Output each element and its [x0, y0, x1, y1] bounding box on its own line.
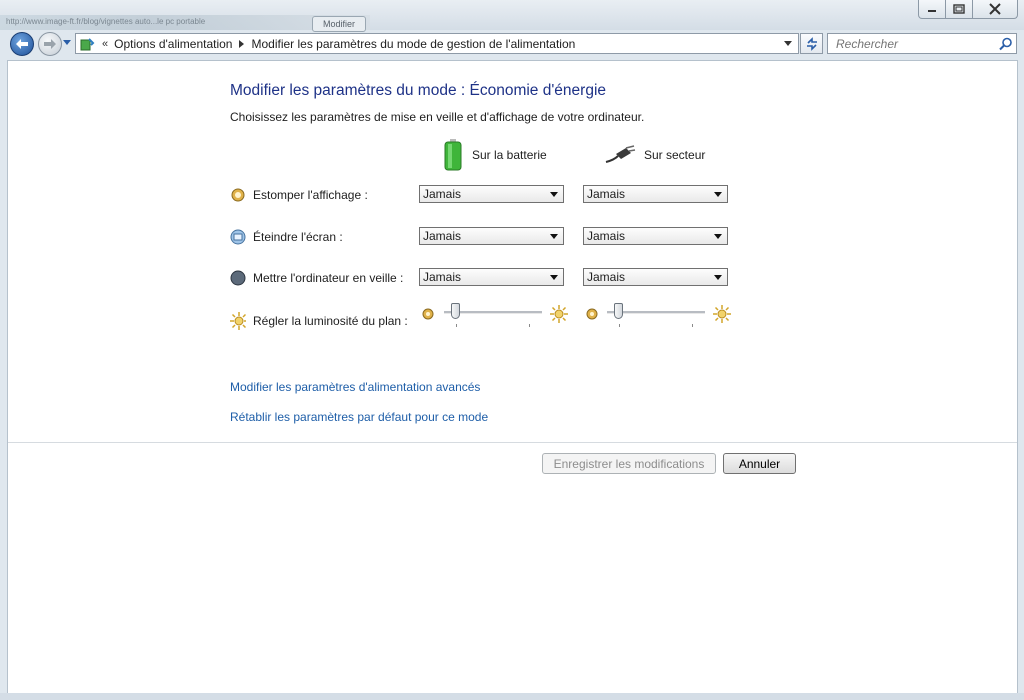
- row-brightness-label: Régler la luminosité du plan :: [253, 314, 408, 328]
- back-button[interactable]: [10, 32, 34, 56]
- moon-sleep-icon: [230, 270, 246, 286]
- divider: [8, 442, 1017, 443]
- slider-thumb[interactable]: [451, 303, 461, 319]
- row-turn-off-display: Éteindre l'écran :: [230, 227, 343, 247]
- column-header-ac: Sur secteur: [604, 140, 705, 170]
- cancel-button[interactable]: Annuler: [723, 453, 796, 474]
- minimize-button[interactable]: [918, 0, 946, 19]
- turn-off-display-battery-value: Jamais: [423, 229, 462, 243]
- slider-tick: [619, 324, 620, 327]
- page-subtitle: Choisissez les paramètres de mise en vei…: [230, 110, 645, 124]
- maximize-button[interactable]: [945, 0, 973, 19]
- row-sleep: Mettre l'ordinateur en veille :: [230, 268, 403, 288]
- address-bar[interactable]: « Options d'alimentation Modifier les pa…: [75, 33, 799, 54]
- arrow-right-icon: [44, 39, 56, 49]
- brightness-high-icon: [550, 305, 568, 323]
- turn-off-display-ac-select[interactable]: Jamais: [583, 227, 728, 245]
- column-header-battery: Sur la batterie: [442, 139, 547, 171]
- chevron-down-icon: [714, 274, 722, 280]
- chevron-down-icon: [714, 191, 722, 197]
- row-sleep-label: Mettre l'ordinateur en veille :: [253, 271, 404, 285]
- brightness-sun-icon: [230, 312, 246, 330]
- dim-display-ac-select[interactable]: Jamais: [583, 185, 728, 203]
- search-box: [827, 33, 1017, 54]
- sleep-ac-value: Jamais: [587, 270, 626, 284]
- brightness-low-icon: [422, 308, 434, 320]
- page-title: Modifier les paramètres du mode : Économ…: [230, 82, 607, 99]
- power-options-icon: [78, 35, 96, 53]
- window-titlebar: http://www.image-ft.fr/blog/vignettes au…: [0, 0, 1024, 32]
- brightness-low-icon: [586, 308, 598, 320]
- dim-display-ac-value: Jamais: [587, 187, 626, 201]
- content-pane: Modifier les paramètres du mode : Économ…: [7, 60, 1018, 695]
- refresh-button[interactable]: [800, 33, 823, 54]
- row-dim-display: Estomper l'affichage :: [230, 185, 368, 205]
- row-brightness: Régler la luminosité du plan :: [230, 311, 408, 331]
- slider-tick: [692, 324, 693, 327]
- row-dim-display-label: Estomper l'affichage :: [253, 188, 368, 202]
- battery-icon: [444, 139, 462, 171]
- column-battery-label: Sur la batterie: [472, 148, 547, 162]
- recent-pages-dropdown[interactable]: [63, 40, 71, 45]
- arrow-left-icon: [16, 39, 28, 49]
- power-plug-icon: [605, 145, 636, 163]
- dim-display-battery-value: Jamais: [423, 187, 462, 201]
- sleep-battery-value: Jamais: [423, 270, 462, 284]
- slider-thumb[interactable]: [614, 303, 624, 319]
- background-window-text: http://www.image-ft.fr/blog/vignettes au…: [6, 17, 206, 26]
- close-button[interactable]: [972, 0, 1018, 19]
- navigation-bar: « Options d'alimentation Modifier les pa…: [0, 30, 1024, 56]
- brightness-ac-slider[interactable]: [607, 303, 705, 327]
- slider-tick: [529, 324, 530, 327]
- chevron-down-icon: [550, 191, 558, 197]
- dim-display-battery-select[interactable]: Jamais: [419, 185, 564, 203]
- dim-display-icon: [230, 187, 246, 203]
- breadcrumb-chevron-icon[interactable]: [239, 39, 245, 48]
- brightness-battery-slider[interactable]: [444, 303, 542, 327]
- chevron-down-icon: [714, 233, 722, 239]
- save-changes-button[interactable]: Enregistrer les modifications: [542, 453, 716, 474]
- window-bottom-border: [0, 693, 1024, 700]
- restore-icon: [953, 4, 965, 14]
- turn-off-display-ac-value: Jamais: [587, 229, 626, 243]
- forward-button[interactable]: [38, 32, 62, 56]
- restore-defaults-link[interactable]: Rétablir les paramètres par défaut pour …: [230, 410, 488, 424]
- chevron-down-icon: [550, 274, 558, 280]
- sleep-battery-select[interactable]: Jamais: [419, 268, 564, 286]
- refresh-icon: [806, 36, 817, 51]
- row-turn-off-display-label: Éteindre l'écran :: [253, 230, 343, 244]
- breadcrumb-edit-plan[interactable]: Modifier les paramètres du mode de gesti…: [251, 37, 575, 51]
- sleep-ac-select[interactable]: Jamais: [583, 268, 728, 286]
- slider-tick: [456, 324, 457, 327]
- advanced-settings-link[interactable]: Modifier les paramètres d'alimentation a…: [230, 380, 480, 394]
- close-icon: [989, 3, 1001, 15]
- breadcrumb-overflow[interactable]: «: [102, 38, 108, 50]
- minimize-icon: [928, 10, 936, 12]
- breadcrumb-power-options[interactable]: Options d'alimentation: [114, 37, 232, 51]
- chevron-down-icon: [550, 233, 558, 239]
- turn-off-display-battery-select[interactable]: Jamais: [419, 227, 564, 245]
- brightness-high-icon: [713, 305, 731, 323]
- search-input[interactable]: [834, 35, 998, 52]
- address-dropdown[interactable]: [784, 41, 792, 46]
- monitor-icon: [230, 229, 246, 245]
- column-ac-label: Sur secteur: [644, 148, 706, 162]
- search-icon[interactable]: [999, 37, 1013, 51]
